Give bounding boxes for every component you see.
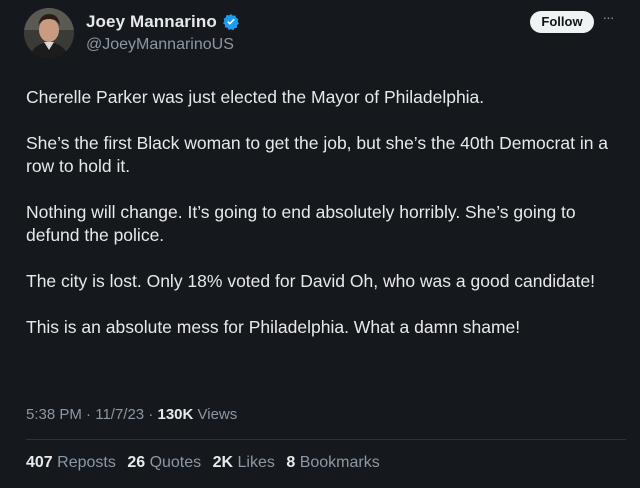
engagement-stats: 407 Reposts 26 Quotes 2K Likes 8 Bookmar…	[26, 454, 387, 472]
follow-button[interactable]: Follow	[530, 11, 594, 33]
tweet-paragraph: This is an absolute mess for Philadelphi…	[26, 317, 521, 337]
tweet-paragraph: The city is lost. Only 18% voted for Dav…	[26, 271, 596, 291]
tweet-date[interactable]: 11/7/23	[95, 406, 144, 423]
tweet-time[interactable]: 5:38 PM	[26, 406, 82, 423]
quotes-count: 26	[127, 454, 146, 471]
avatar-image	[24, 8, 74, 58]
likes-label: Likes	[237, 454, 275, 471]
tweet-paragraph: Cherelle Parker was just elected the May…	[26, 87, 485, 107]
likes-count: 2K	[212, 454, 234, 471]
likes-stat[interactable]: 2K Likes	[213, 454, 275, 471]
views-count: 130K	[157, 406, 194, 423]
more-options-icon[interactable]: ···	[597, 8, 619, 30]
display-name[interactable]: Joey Mannarino	[86, 12, 217, 32]
meta-separator: ·	[144, 406, 158, 423]
reposts-stat[interactable]: 407 Reposts	[26, 454, 116, 471]
reposts-count: 407	[26, 454, 53, 471]
bookmarks-stat[interactable]: 8 Bookmarks	[286, 454, 379, 471]
author-name-row: Joey Mannarino	[86, 12, 240, 32]
tweet-card: Joey Mannarino @JoeyMannarinoUS Follow ·…	[0, 0, 640, 488]
tweet-meta: 5:38 PM · 11/7/23 · 130K Views	[26, 406, 237, 423]
quotes-stat[interactable]: 26 Quotes	[127, 454, 201, 471]
tweet-paragraph: Nothing will change. It’s going to end a…	[26, 202, 576, 245]
quotes-label: Quotes	[149, 454, 202, 471]
verified-badge-icon	[222, 13, 240, 31]
bookmarks-label: Bookmarks	[299, 454, 380, 471]
bookmarks-count: 8	[286, 454, 296, 471]
divider	[26, 439, 626, 440]
views-label: Views	[193, 406, 238, 423]
reposts-label: Reposts	[57, 454, 116, 471]
meta-separator: ·	[81, 406, 96, 423]
tweet-paragraph: She’s the first Black woman to get the j…	[26, 133, 609, 176]
avatar[interactable]	[24, 8, 74, 58]
tweet-body: Cherelle Parker was just elected the May…	[26, 86, 616, 362]
author-handle[interactable]: @JoeyMannarinoUS	[86, 36, 234, 54]
